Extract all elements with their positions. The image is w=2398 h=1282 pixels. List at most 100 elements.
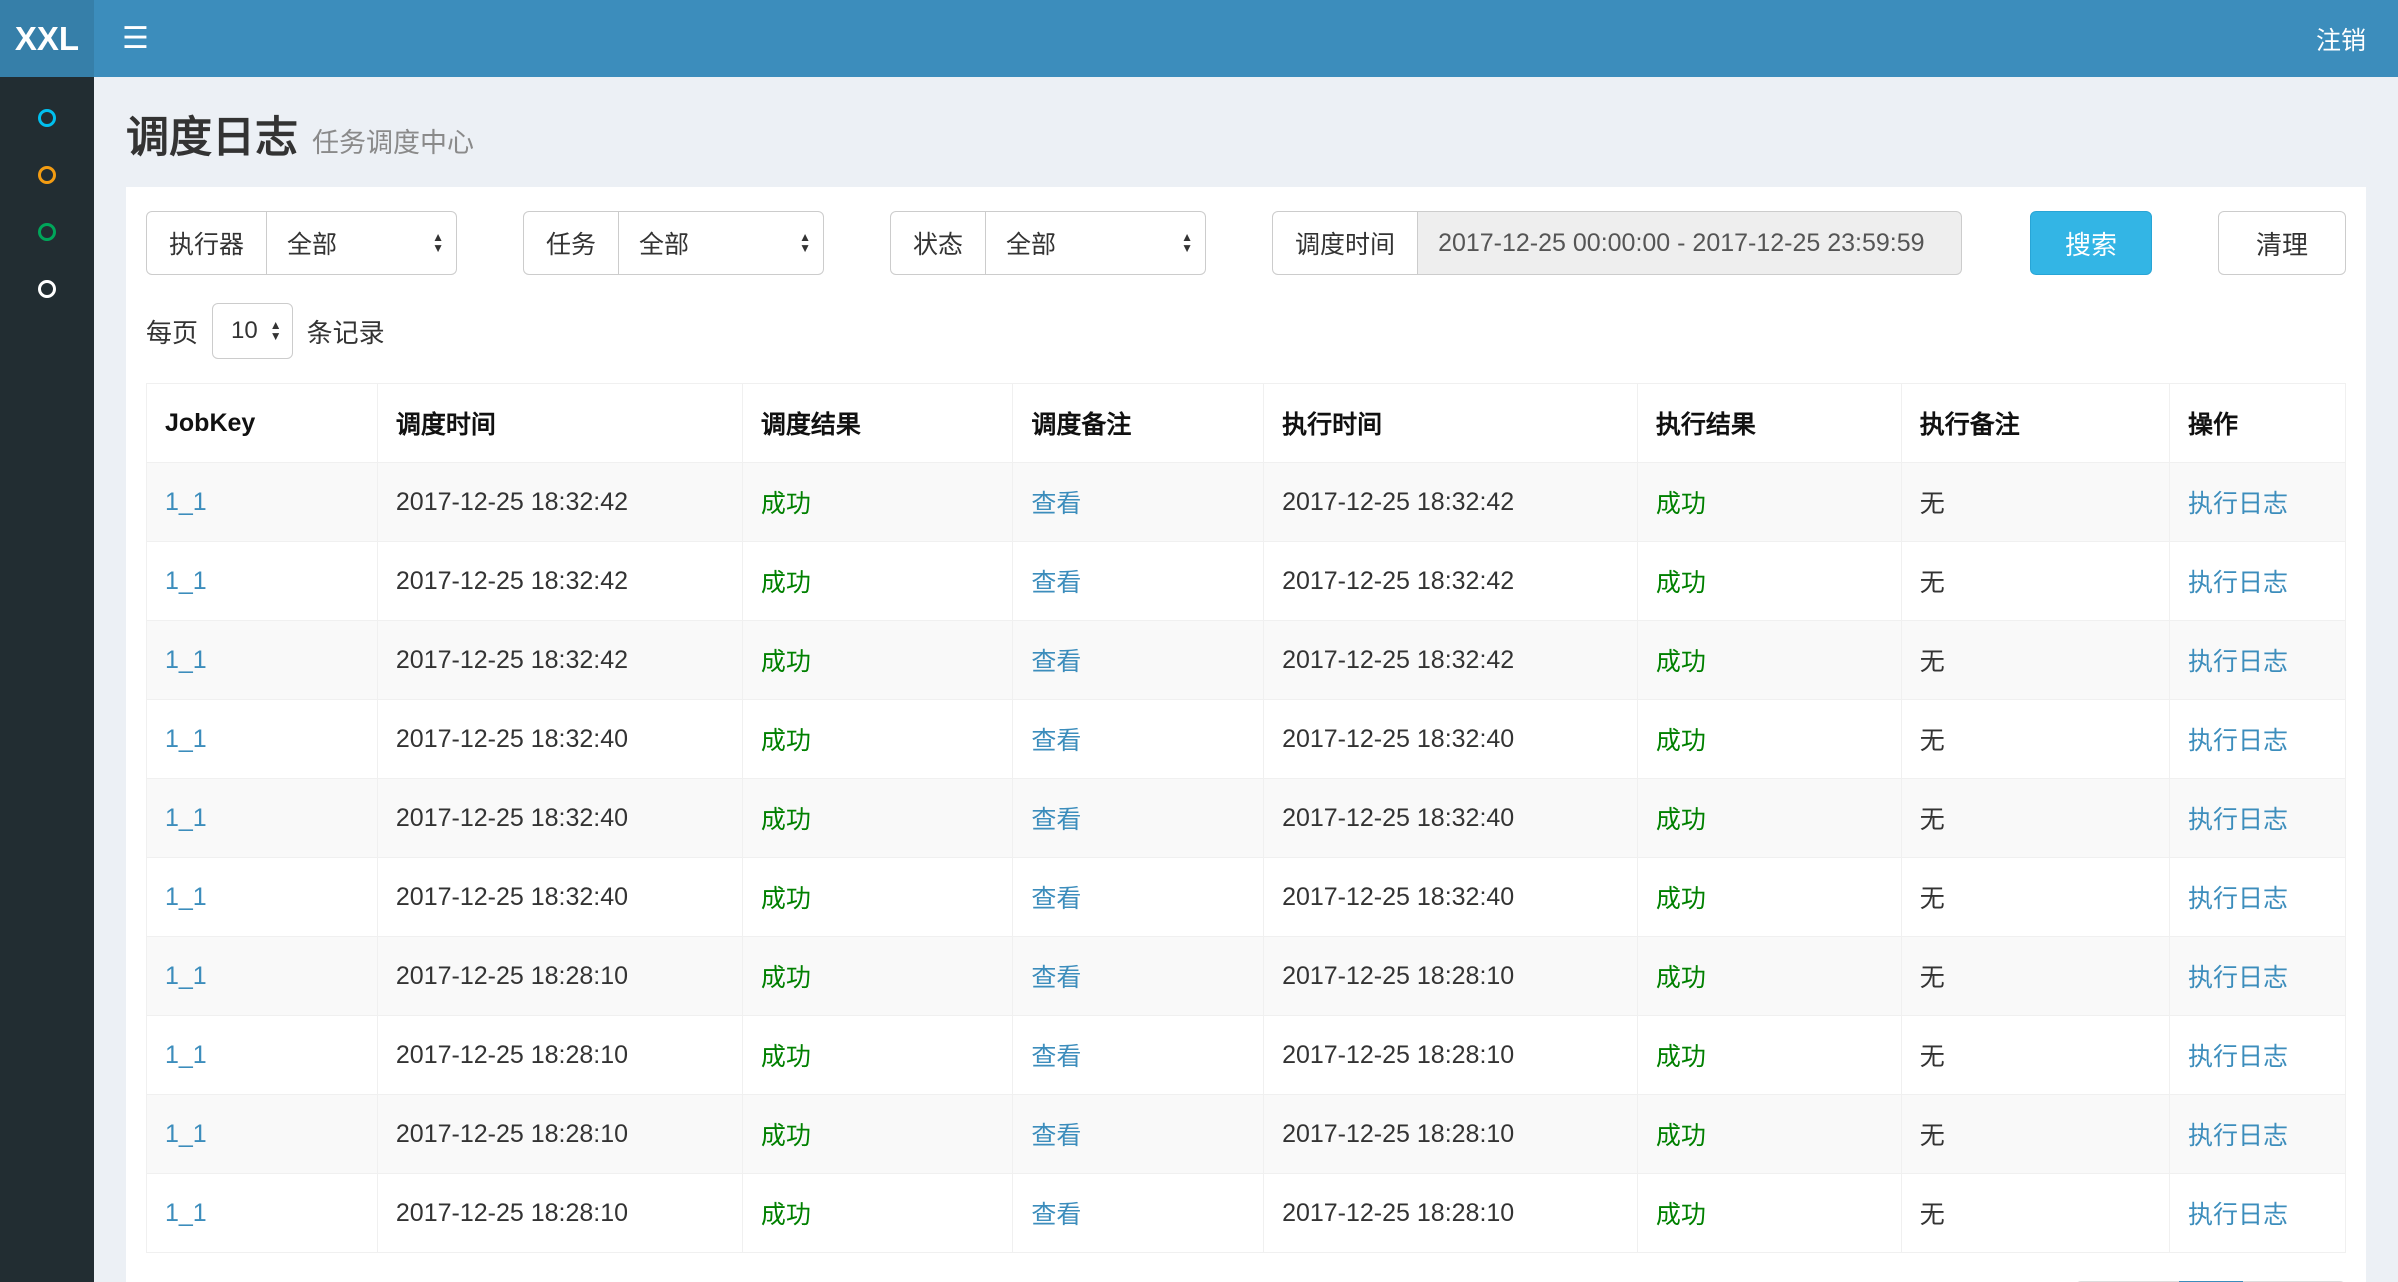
handle-time-cell: 2017-12-25 18:32:42: [1264, 542, 1638, 621]
jobkey-link[interactable]: 1_1: [165, 1120, 207, 1148]
jobkey-link[interactable]: 1_1: [165, 567, 207, 595]
sidebar-item[interactable]: [0, 146, 94, 203]
column-header: 调度时间: [377, 384, 742, 463]
jobkey-cell: 1_1: [147, 463, 378, 542]
handle-remark-cell: 无: [1901, 779, 2169, 858]
handle-remark-cell: 无: [1901, 858, 2169, 937]
job-filter-select[interactable]: 全部: [619, 211, 824, 275]
trigger-result-cell: 成功: [742, 621, 1012, 700]
view-remark-link[interactable]: 查看: [1031, 964, 1081, 992]
trigger-result-cell: 成功: [742, 937, 1012, 1016]
trigger-time-range-input[interactable]: [1418, 211, 1962, 275]
exec-log-link[interactable]: 执行日志: [2188, 885, 2288, 913]
exec-log-link[interactable]: 执行日志: [2188, 648, 2288, 676]
column-header: 调度备注: [1013, 384, 1264, 463]
trigger-remark-cell: 查看: [1013, 1016, 1264, 1095]
sidebar-item[interactable]: [0, 260, 94, 317]
view-remark-link[interactable]: 查看: [1031, 1201, 1081, 1229]
select-arrows-icon: [1181, 232, 1193, 254]
action-cell: 执行日志: [2170, 542, 2346, 621]
view-remark-link[interactable]: 查看: [1031, 1122, 1081, 1150]
action-cell: 执行日志: [2170, 858, 2346, 937]
jobkey-cell: 1_1: [147, 1016, 378, 1095]
handle-remark-cell: 无: [1901, 1095, 2169, 1174]
exec-log-link[interactable]: 执行日志: [2188, 490, 2288, 518]
sidebar-item[interactable]: [0, 89, 94, 146]
logout-link[interactable]: 注销: [2316, 21, 2366, 57]
trigger-remark-cell: 查看: [1013, 463, 1264, 542]
handle-remark-cell: 无: [1901, 937, 2169, 1016]
filter-bar: 执行器 全部 任务 全部 状态 全部: [146, 211, 2346, 275]
content-box: 执行器 全部 任务 全部 状态 全部: [126, 187, 2366, 1282]
status-filter-select[interactable]: 全部: [986, 211, 1206, 275]
search-button[interactable]: 搜索: [2030, 211, 2152, 275]
trigger-time-cell: 2017-12-25 18:28:10: [377, 937, 742, 1016]
handle-result-cell: 成功: [1637, 937, 1901, 1016]
action-cell: 执行日志: [2170, 621, 2346, 700]
view-remark-link[interactable]: 查看: [1031, 1043, 1081, 1071]
jobkey-link[interactable]: 1_1: [165, 804, 207, 832]
select-arrows-icon: [432, 232, 444, 254]
trigger-remark-cell: 查看: [1013, 779, 1264, 858]
jobkey-link[interactable]: 1_1: [165, 962, 207, 990]
jobkey-link[interactable]: 1_1: [165, 883, 207, 911]
trigger-time-cell: 2017-12-25 18:32:42: [377, 542, 742, 621]
executor-filter-select[interactable]: 全部: [267, 211, 457, 275]
pagesize-suffix-label: 条记录: [307, 313, 385, 350]
jobkey-link[interactable]: 1_1: [165, 1041, 207, 1069]
jobkey-cell: 1_1: [147, 1095, 378, 1174]
action-cell: 执行日志: [2170, 779, 2346, 858]
page-title: 调度日志 任务调度中心: [126, 103, 2366, 165]
exec-log-link[interactable]: 执行日志: [2188, 1043, 2288, 1071]
handle-time-cell: 2017-12-25 18:32:40: [1264, 700, 1638, 779]
pagesize-prefix-label: 每页: [146, 313, 198, 350]
log-table-body: 1_1 2017-12-25 18:32:42 成功 查看 2017-12-25…: [147, 463, 2346, 1253]
view-remark-link[interactable]: 查看: [1031, 490, 1081, 518]
pagesize-select[interactable]: 10: [212, 303, 293, 359]
executor-filter-group: 执行器 全部: [146, 211, 457, 275]
log-table-row: 1_1 2017-12-25 18:28:10 成功 查看 2017-12-25…: [147, 937, 2346, 1016]
action-cell: 执行日志: [2170, 1174, 2346, 1253]
handle-result-cell: 成功: [1637, 1016, 1901, 1095]
view-remark-link[interactable]: 查看: [1031, 806, 1081, 834]
exec-log-link[interactable]: 执行日志: [2188, 1201, 2288, 1229]
log-table: JobKey调度时间调度结果调度备注执行时间执行结果执行备注操作 1_1 201…: [146, 383, 2346, 1253]
exec-log-link[interactable]: 执行日志: [2188, 569, 2288, 597]
exec-log-link[interactable]: 执行日志: [2188, 727, 2288, 755]
exec-log-link[interactable]: 执行日志: [2188, 964, 2288, 992]
jobkey-link[interactable]: 1_1: [165, 725, 207, 753]
column-header: 操作: [2170, 384, 2346, 463]
top-navbar: 注销: [94, 0, 2398, 77]
log-table-row: 1_1 2017-12-25 18:28:10 成功 查看 2017-12-25…: [147, 1095, 2346, 1174]
circle-outline-icon: [38, 109, 56, 127]
trigger-result-cell: 成功: [742, 542, 1012, 621]
clear-button[interactable]: 清理: [2218, 211, 2346, 275]
trigger-remark-cell: 查看: [1013, 937, 1264, 1016]
log-table-row: 1_1 2017-12-25 18:32:42 成功 查看 2017-12-25…: [147, 621, 2346, 700]
handle-remark-cell: 无: [1901, 1174, 2169, 1253]
jobkey-link[interactable]: 1_1: [165, 646, 207, 674]
handle-remark-cell: 无: [1901, 542, 2169, 621]
exec-log-link[interactable]: 执行日志: [2188, 1122, 2288, 1150]
trigger-time-cell: 2017-12-25 18:28:10: [377, 1174, 742, 1253]
trigger-remark-cell: 查看: [1013, 858, 1264, 937]
sidebar-item[interactable]: [0, 203, 94, 260]
view-remark-link[interactable]: 查看: [1031, 648, 1081, 676]
jobkey-link[interactable]: 1_1: [165, 488, 207, 516]
column-header: 执行结果: [1637, 384, 1901, 463]
select-arrows-icon: [270, 320, 282, 342]
jobkey-cell: 1_1: [147, 858, 378, 937]
handle-remark-cell: 无: [1901, 463, 2169, 542]
log-table-row: 1_1 2017-12-25 18:28:10 成功 查看 2017-12-25…: [147, 1016, 2346, 1095]
executor-filter-value: 全部: [287, 225, 337, 261]
handle-result-cell: 成功: [1637, 779, 1901, 858]
jobkey-link[interactable]: 1_1: [165, 1199, 207, 1227]
trigger-remark-cell: 查看: [1013, 1174, 1264, 1253]
view-remark-link[interactable]: 查看: [1031, 569, 1081, 597]
view-remark-link[interactable]: 查看: [1031, 727, 1081, 755]
view-remark-link[interactable]: 查看: [1031, 885, 1081, 913]
app-logo[interactable]: XXL: [0, 0, 94, 77]
sidebar-toggle-icon[interactable]: [122, 24, 149, 54]
trigger-remark-cell: 查看: [1013, 542, 1264, 621]
exec-log-link[interactable]: 执行日志: [2188, 806, 2288, 834]
